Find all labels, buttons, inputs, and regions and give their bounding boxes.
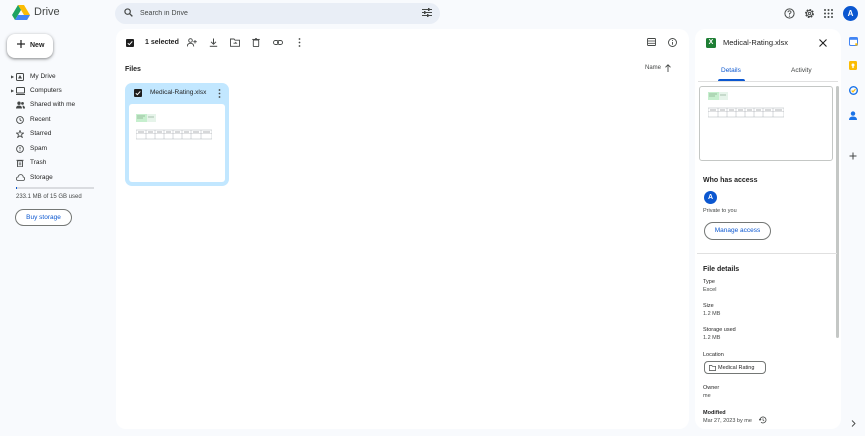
sidebar-item-trash[interactable]: Trash	[0, 156, 110, 170]
sidebar-item-recent[interactable]: Recent	[0, 113, 110, 127]
folder-icon	[709, 365, 716, 371]
sidebar-item-computers[interactable]: ▶ Computers	[0, 84, 110, 98]
file-name[interactable]: Medical-Rating.xlsx	[150, 89, 206, 96]
tab-details[interactable]: Details	[721, 67, 741, 74]
keep-icon[interactable]	[849, 61, 857, 70]
clock-icon	[16, 116, 24, 124]
more-actions-icon[interactable]	[298, 38, 301, 47]
file-more-options-icon[interactable]	[218, 89, 221, 98]
storage-used-value: 1.2 MB	[703, 335, 721, 341]
app-title[interactable]: Drive	[34, 6, 60, 18]
close-icon[interactable]	[819, 39, 827, 47]
sidebar-item-shared-with-me[interactable]: Shared with me	[0, 98, 110, 112]
expand-caret-icon[interactable]: ▶	[11, 74, 14, 79]
contacts-icon[interactable]	[849, 111, 857, 120]
account-avatar[interactable]: A	[843, 6, 858, 21]
details-scrollbar[interactable]	[836, 86, 839, 338]
storage-meter	[16, 187, 94, 189]
help-icon[interactable]	[784, 8, 795, 19]
file-thumbnail[interactable]	[129, 104, 225, 182]
tasks-icon[interactable]	[849, 86, 858, 95]
version-history-icon[interactable]	[759, 416, 767, 424]
info-icon[interactable]	[668, 38, 677, 47]
sidebar-item-label: My Drive	[30, 73, 56, 80]
sort-arrow-up-icon[interactable]	[665, 64, 671, 72]
spreadsheet-preview-image	[708, 92, 784, 118]
search-filter-icon[interactable]	[422, 8, 432, 17]
my-drive-icon	[16, 73, 24, 81]
location-label: Location	[703, 352, 724, 358]
size-label: Size	[703, 303, 714, 309]
select-all-checkbox[interactable]	[126, 39, 134, 47]
details-file-title: Medical-Rating.xlsx	[723, 38, 789, 47]
files-section-heading: Files	[125, 66, 141, 73]
star-icon	[16, 130, 24, 138]
location-value: Medical Rating	[718, 365, 755, 371]
sidebar-item-label: Spam	[30, 145, 47, 152]
file-details-heading: File details	[703, 266, 740, 273]
download-icon[interactable]	[209, 38, 218, 47]
sidebar-item-label: Starred	[30, 130, 52, 137]
owner-label: Owner	[703, 385, 720, 391]
sidebar-item-starred[interactable]: Starred	[0, 127, 110, 141]
sidebar-item-label: Shared with me	[30, 101, 76, 108]
settings-gear-icon[interactable]	[804, 8, 815, 19]
sidebar-item-label: Trash	[30, 159, 47, 166]
trash-icon	[16, 159, 24, 167]
google-apps-icon[interactable]	[824, 9, 833, 18]
delete-trash-icon[interactable]	[252, 38, 260, 47]
sidebar-item-spam[interactable]: Spam	[0, 142, 110, 156]
list-view-icon[interactable]	[647, 38, 656, 46]
who-has-access-heading: Who has access	[703, 177, 758, 184]
new-button[interactable]: New	[7, 34, 53, 58]
type-value: Excel	[703, 287, 717, 293]
computer-icon	[16, 87, 25, 95]
excel-file-icon: X	[706, 38, 716, 48]
manage-access-button[interactable]: Manage access	[704, 222, 771, 240]
cloud-icon	[16, 174, 25, 181]
storage-meter-fill	[16, 187, 18, 189]
file-preview[interactable]	[699, 86, 833, 161]
storage-used-label: Storage used	[703, 327, 736, 333]
divider	[697, 253, 837, 254]
share-icon[interactable]	[187, 38, 197, 47]
sidebar-item-label: Computers	[30, 87, 62, 94]
drive-logo-icon[interactable]	[12, 5, 30, 21]
storage-usage-text: 233.1 MB of 15 GB used	[16, 194, 82, 200]
access-user-avatar[interactable]: A	[704, 191, 717, 204]
modified-label: Modified	[703, 410, 726, 416]
sidebar-item-label: Storage	[30, 174, 53, 181]
move-to-folder-icon[interactable]	[230, 38, 240, 47]
calendar-icon[interactable]	[849, 37, 858, 46]
spreadsheet-thumbnail-image	[136, 114, 212, 140]
buy-storage-button[interactable]: Buy storage	[15, 209, 72, 226]
get-addons-plus-icon[interactable]	[849, 152, 857, 160]
selection-count: 1 selected	[145, 39, 179, 46]
sidebar-item-my-drive[interactable]: ▶ My Drive	[0, 70, 110, 84]
modified-value: Mar 27, 2023 by me	[703, 418, 752, 424]
tab-activity[interactable]: Activity	[791, 67, 812, 74]
divider	[698, 81, 838, 82]
size-value: 1.2 MB	[703, 311, 721, 317]
search-icon[interactable]	[124, 8, 133, 17]
sidebar-item-storage[interactable]: Storage	[0, 171, 110, 185]
sidebar-item-label: Recent	[30, 116, 51, 123]
file-checkbox[interactable]	[134, 89, 142, 97]
people-icon	[16, 101, 25, 109]
plus-icon	[17, 40, 25, 48]
expand-side-panel-icon[interactable]	[851, 420, 856, 427]
sort-by-name[interactable]: Name	[645, 65, 661, 71]
copy-link-icon[interactable]	[273, 38, 283, 47]
expand-caret-icon[interactable]: ▶	[11, 88, 14, 93]
type-label: Type	[703, 279, 715, 285]
spam-icon	[16, 145, 24, 153]
search-input[interactable]	[140, 4, 400, 22]
new-button-label: New	[30, 42, 45, 49]
access-status-text: Private to you	[703, 208, 737, 214]
owner-value: me	[703, 393, 711, 399]
location-chip[interactable]: Medical Rating	[704, 361, 766, 374]
